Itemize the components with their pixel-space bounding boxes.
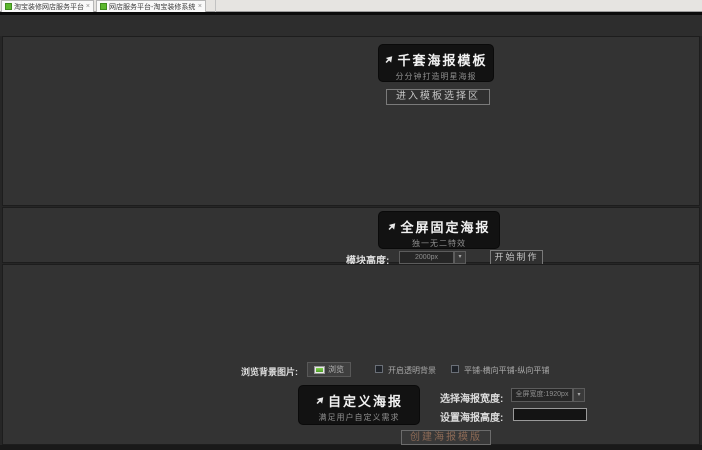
close-icon[interactable]: × (198, 3, 202, 10)
image-icon (314, 366, 325, 374)
poster-width-label: 选择海报宽度: (440, 390, 503, 405)
custom-title: 自定义海报 (328, 391, 403, 410)
browse-bg-label: 浏览背景图片: (241, 365, 298, 378)
browser-tab-admin[interactable]: 淘宝装修网店服务平台-后台 × (1, 0, 94, 12)
tile-mode-checkbox[interactable] (451, 365, 459, 373)
custom-header-badge: 自定义海报 满足用户自定义需求 (299, 386, 419, 424)
enter-template-area-button[interactable]: 进入模板选择区 (386, 89, 490, 105)
fullscreen-header-badge: 全屏固定海报 独一无二特效 (379, 212, 499, 248)
custom-subtitle: 满足用户自定义需求 (299, 412, 419, 423)
templates-subtitle: 分分钟打造明星海报 (379, 71, 493, 82)
start-making-button[interactable]: 开始制作 (490, 250, 543, 265)
templates-title: 千套海报模板 (397, 50, 487, 69)
poster-width-select[interactable]: 全屏宽度:1920px (511, 388, 573, 402)
transparent-bg-label: 开启透明背景 (388, 365, 436, 376)
transparent-bg-checkbox[interactable] (375, 365, 383, 373)
cursor-icon (387, 222, 396, 232)
module-height-select[interactable]: 2000px (399, 251, 454, 264)
cursor-icon (384, 55, 393, 65)
cursor-icon (315, 396, 324, 406)
browser-tab-bar: 淘宝装修网店服务平台-后台 × 网店服务平台-淘宝装修系统 × (0, 0, 702, 12)
poster-height-label: 设置海报高度: (440, 409, 503, 424)
create-poster-template-button[interactable]: 创建海报模版 (401, 430, 491, 445)
browse-button-label: 浏览 (328, 364, 344, 375)
bottom-strip (0, 445, 702, 450)
tab-divider (215, 0, 216, 12)
section-custom-poster: 浏览背景图片: 浏览 开启透明背景 平铺-横向平铺-纵向平铺 自定义海报 满足用… (2, 264, 700, 445)
tab-label: 网店服务平台-淘宝装修系统 (109, 2, 196, 12)
top-toolbar (0, 15, 702, 36)
app-window: 淘宝装修网店服务平台-后台 × 网店服务平台-淘宝装修系统 × 千套海报模板 分… (0, 0, 702, 450)
tab-favicon (5, 3, 12, 10)
chevron-down-icon[interactable]: ▾ (573, 388, 585, 402)
section-fullscreen-poster: 全屏固定海报 独一无二特效 模块高度: 2000px ▾ 开始制作 (2, 207, 700, 263)
close-icon[interactable]: × (86, 3, 90, 10)
chevron-down-icon[interactable]: ▾ (454, 251, 466, 264)
tab-favicon (100, 3, 107, 10)
tab-label: 淘宝装修网店服务平台-后台 (14, 2, 84, 12)
poster-height-input[interactable] (513, 408, 587, 421)
fullscreen-title: 全屏固定海报 (400, 217, 490, 236)
browse-button[interactable]: 浏览 (307, 362, 351, 377)
tile-mode-label: 平铺-横向平铺-纵向平铺 (464, 365, 549, 376)
fullscreen-subtitle: 独一无二特效 (379, 238, 499, 249)
browser-tab-poster-system[interactable]: 网店服务平台-淘宝装修系统 × (96, 0, 206, 12)
section-poster-templates: 千套海报模板 分分钟打造明星海报 进入模板选择区 (2, 36, 700, 206)
templates-header-badge: 千套海报模板 分分钟打造明星海报 (379, 45, 493, 81)
